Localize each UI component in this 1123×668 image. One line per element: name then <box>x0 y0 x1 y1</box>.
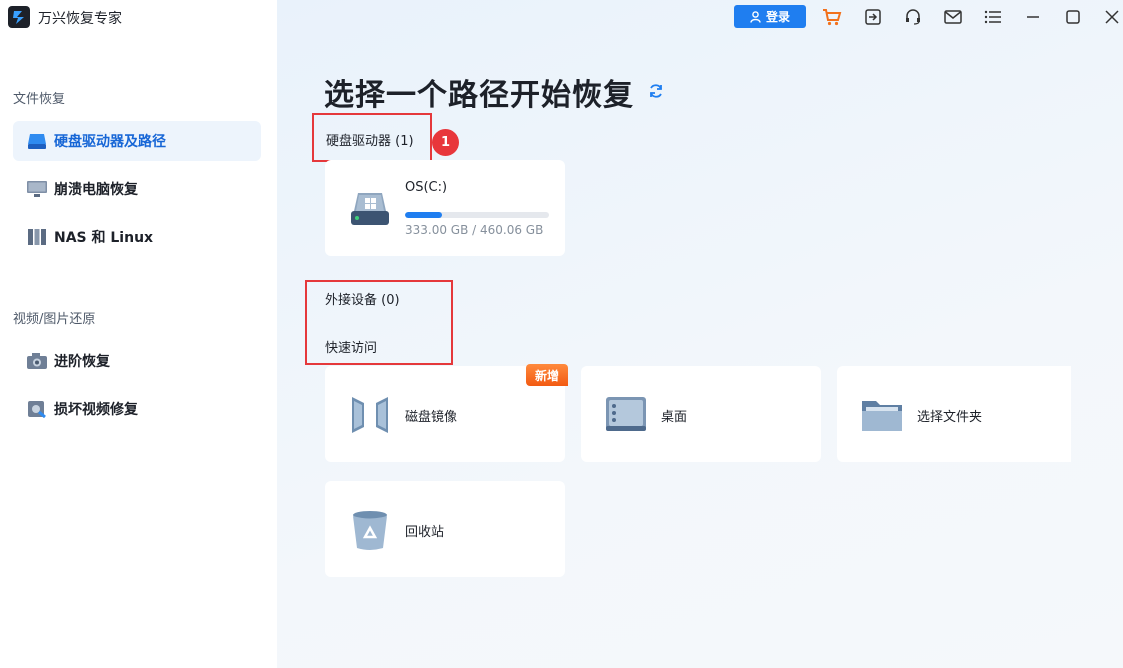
sidebar-item-nas-linux[interactable]: NAS 和 Linux <box>13 217 261 257</box>
monitor-icon <box>26 178 48 200</box>
step-badge: 1 <box>432 129 459 156</box>
quick-item-disk-image[interactable]: 磁盘镜像 新增 <box>325 364 568 462</box>
sidebar: 万兴恢复专家 文件恢复 硬盘驱动器及路径 崩溃电脑恢复 NAS 和 Linux … <box>0 0 277 668</box>
camera-icon <box>26 350 48 372</box>
sidebar-item-label: 硬盘驱动器及路径 <box>54 134 166 150</box>
quick-item-label: 选择文件夹 <box>917 410 983 425</box>
refresh-icon[interactable] <box>648 83 664 99</box>
sign-in-icon[interactable] <box>862 6 884 28</box>
sidebar-item-label: 损坏视频修复 <box>54 402 138 418</box>
hard-drives-label: 硬盘驱动器 (1) <box>326 134 414 149</box>
maximize-icon[interactable] <box>1062 6 1084 28</box>
video-repair-icon <box>26 398 48 420</box>
nas-icon <box>26 226 48 248</box>
recycle-bin-icon <box>347 507 393 553</box>
drive-name: OS(C:) <box>405 180 448 195</box>
disk-image-icon <box>347 392 393 438</box>
sidebar-item-label: 崩溃电脑恢复 <box>54 182 138 198</box>
hard-drive-icon <box>26 130 48 152</box>
quick-item-label: 桌面 <box>661 410 688 425</box>
page-title: 选择一个路径开始恢复 <box>324 78 634 113</box>
section-video-photo: 视频/图片还原 <box>13 312 96 327</box>
quick-item-recycle-bin[interactable]: 回收站 <box>325 481 565 577</box>
sidebar-item-crashed-pc[interactable]: 崩溃电脑恢复 <box>13 169 261 209</box>
minimize-icon[interactable] <box>1022 6 1044 28</box>
close-icon[interactable] <box>1101 6 1123 28</box>
section-file-recovery: 文件恢复 <box>13 92 66 107</box>
sidebar-item-label: NAS 和 Linux <box>54 230 154 246</box>
menu-icon[interactable] <box>982 6 1004 28</box>
main-panel: 登录 选择一个路径开始恢复 硬盘驱动器 (1) 1 OS(C:) 333.00 … <box>277 0 1123 668</box>
user-icon <box>750 10 761 23</box>
external-devices-label: 外接设备 (0) <box>325 293 400 308</box>
sidebar-item-hard-drive[interactable]: 硬盘驱动器及路径 <box>13 121 261 161</box>
drive-size: 333.00 GB / 460.06 GB <box>405 223 544 237</box>
windows-drive-icon <box>347 186 393 232</box>
new-badge: 新增 <box>526 364 568 386</box>
headset-icon[interactable] <box>902 6 924 28</box>
app-logo-icon <box>8 6 30 28</box>
cart-icon[interactable] <box>821 6 843 28</box>
login-label: 登录 <box>765 10 790 24</box>
drive-usage-bar <box>405 212 549 218</box>
folder-icon <box>859 392 905 438</box>
app-title: 万兴恢复专家 <box>38 11 122 27</box>
sidebar-item-label: 进阶恢复 <box>54 354 110 370</box>
sidebar-item-advanced-recovery[interactable]: 进阶恢复 <box>13 341 261 381</box>
drive-usage-fill <box>405 212 443 218</box>
quick-access-label: 快速访问 <box>325 341 378 356</box>
mail-icon[interactable] <box>942 6 964 28</box>
desktop-icon <box>603 392 649 438</box>
login-button[interactable]: 登录 <box>734 5 806 28</box>
quick-item-label: 磁盘镜像 <box>405 410 458 425</box>
quick-item-select-folder[interactable]: 选择文件夹 <box>837 366 1071 462</box>
sidebar-item-video-repair[interactable]: 损坏视频修复 <box>13 389 261 429</box>
quick-item-desktop[interactable]: 桌面 <box>581 366 821 462</box>
drive-card-c[interactable]: OS(C:) 333.00 GB / 460.06 GB <box>325 160 565 256</box>
quick-item-label: 回收站 <box>405 525 445 540</box>
